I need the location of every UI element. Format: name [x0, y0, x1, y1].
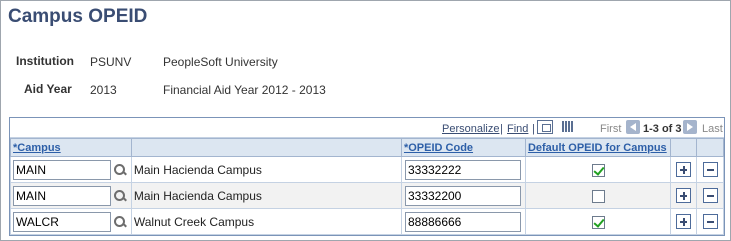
- campus-input[interactable]: [13, 185, 111, 206]
- opeid-sort-link[interactable]: *OPEID Code: [404, 142, 473, 154]
- view-all-icon[interactable]: [537, 120, 553, 134]
- default-cell: [524, 208, 672, 235]
- lookup-icon[interactable]: [113, 189, 127, 203]
- add-cell: [670, 182, 698, 209]
- aid-year-label: Aid Year: [24, 82, 72, 96]
- campus-opeid-grid: Personalize | Find | First 1-3 of 3 Last: [9, 117, 725, 236]
- campus-cell: [10, 182, 132, 209]
- default-cell: [524, 156, 672, 183]
- opeid-cell: [400, 156, 526, 183]
- institution-code: PSUNV: [90, 55, 132, 69]
- add-cell: [670, 156, 698, 183]
- aid-year-name: Financial Aid Year 2012 - 2013: [163, 83, 326, 97]
- download-grid-icon[interactable]: [562, 121, 574, 132]
- column-header-default[interactable]: Default OPEID for Campus: [524, 138, 672, 157]
- delete-row-icon[interactable]: [702, 188, 718, 204]
- personalize-link[interactable]: Personalize: [442, 123, 499, 135]
- campus-description: Main Hacienda Campus: [130, 182, 402, 209]
- default-opeid-checkbox[interactable]: [591, 163, 605, 177]
- default-sort-link[interactable]: Default OPEID for Campus: [528, 142, 667, 154]
- table-header-row: *Campus *OPEID Code Default OPEID for Ca…: [10, 138, 724, 157]
- campus-cell: [10, 208, 132, 235]
- campus-input[interactable]: [13, 211, 111, 232]
- campus-sort-link[interactable]: *Campus: [13, 142, 61, 154]
- institution-label: Institution: [16, 54, 74, 68]
- previous-arrow-icon[interactable]: [626, 120, 640, 134]
- delete-row-icon[interactable]: [702, 214, 718, 230]
- delete-cell: [696, 182, 724, 209]
- nav-separator: |: [500, 123, 503, 135]
- last-label: Last: [702, 123, 723, 135]
- opeid-input[interactable]: [404, 211, 521, 232]
- campus-description: Walnut Creek Campus: [130, 208, 402, 235]
- table-row: Walnut Creek Campus: [10, 208, 724, 235]
- add-row-icon[interactable]: [676, 188, 692, 204]
- grid-nav-bar: Personalize | Find | First 1-3 of 3 Last: [10, 118, 724, 138]
- column-header-add: [670, 138, 698, 157]
- page-frame: Campus OPEID Institution PSUNV PeopleSof…: [0, 0, 731, 241]
- institution-name: PeopleSoft University: [163, 55, 278, 69]
- first-label: First: [600, 123, 622, 135]
- page-title: Campus OPEID: [8, 6, 148, 27]
- lookup-icon[interactable]: [113, 163, 127, 177]
- opeid-input[interactable]: [404, 159, 521, 180]
- default-cell: [524, 182, 672, 209]
- add-row-icon[interactable]: [676, 162, 692, 178]
- opeid-input[interactable]: [404, 185, 521, 206]
- delete-cell: [696, 156, 724, 183]
- campus-table: *Campus *OPEID Code Default OPEID for Ca…: [10, 138, 724, 235]
- default-opeid-checkbox[interactable]: [591, 189, 605, 203]
- lookup-icon[interactable]: [113, 215, 127, 229]
- default-opeid-checkbox[interactable]: [591, 215, 605, 229]
- opeid-cell: [400, 182, 526, 209]
- add-row-icon[interactable]: [676, 214, 692, 230]
- opeid-cell: [400, 208, 526, 235]
- column-header-delete: [696, 138, 724, 157]
- column-header-opeid[interactable]: *OPEID Code: [400, 138, 526, 157]
- campus-input[interactable]: [13, 159, 111, 180]
- next-arrow-icon[interactable]: [683, 120, 697, 134]
- column-header-campus[interactable]: *Campus: [10, 138, 132, 157]
- find-link[interactable]: Find: [507, 123, 528, 135]
- table-row: Main Hacienda Campus: [10, 182, 724, 209]
- add-cell: [670, 208, 698, 235]
- nav-separator: |: [532, 123, 535, 135]
- table-row: Main Hacienda Campus: [10, 156, 724, 183]
- row-count: 1-3 of 3: [643, 123, 682, 135]
- campus-cell: [10, 156, 132, 183]
- column-header-description: [130, 138, 402, 157]
- delete-row-icon[interactable]: [702, 162, 718, 178]
- delete-cell: [696, 208, 724, 235]
- aid-year-code: 2013: [90, 83, 117, 97]
- campus-description: Main Hacienda Campus: [130, 156, 402, 183]
